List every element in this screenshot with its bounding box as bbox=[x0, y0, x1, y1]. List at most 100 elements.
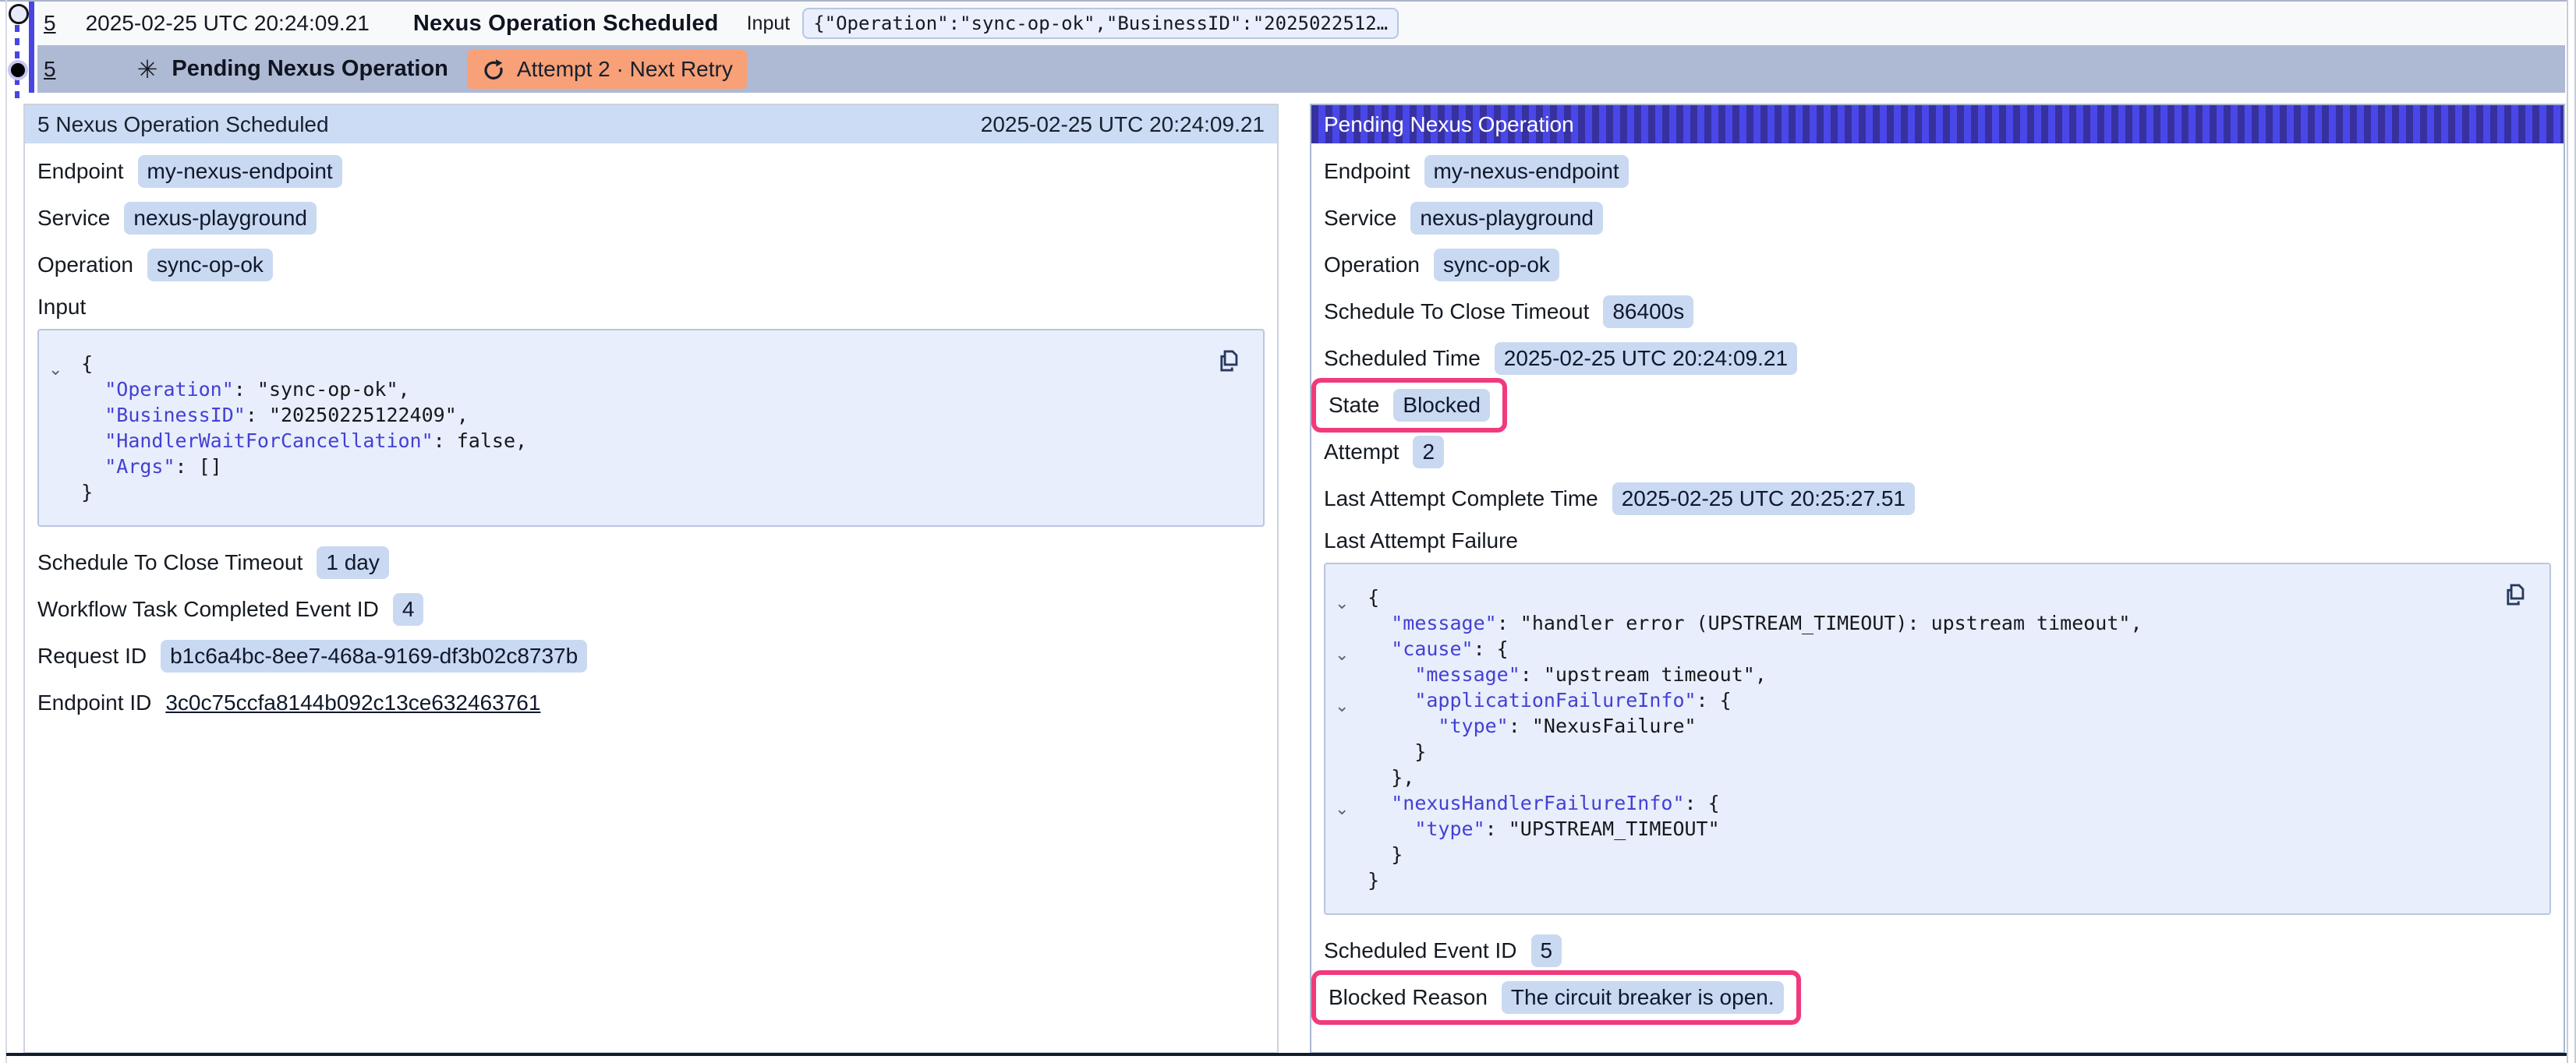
json-line: ⌄ "cause": { bbox=[1325, 636, 2549, 662]
field-row: Endpoint my-nexus-endpoint bbox=[37, 154, 1265, 189]
json-key: "type" bbox=[1414, 818, 1484, 840]
pending-fields-top: Endpoint my-nexus-endpoint Servicenexus-pl… bbox=[1324, 154, 2551, 516]
field-row: Endpoint my-nexus-endpoint bbox=[1324, 154, 2551, 189]
input-label: Input bbox=[747, 12, 791, 35]
field-value-pill: 2 bbox=[1413, 436, 1444, 468]
page-left-border bbox=[5, 0, 7, 1063]
json-line: "BusinessID": "20250225122409", bbox=[39, 402, 1263, 428]
json-line: } bbox=[1325, 867, 2549, 893]
json-key: "message" bbox=[1414, 663, 1520, 686]
field-label: Endpoint ID bbox=[37, 690, 151, 715]
field-row: Endpoint ID 3c0c75ccfa8144b092c13ce632463… bbox=[37, 686, 1265, 720]
pending-operation-panel: Pending Nexus Operation Endpoint my-nexus… bbox=[1310, 104, 2565, 1054]
search-highlight-box: State Blocked bbox=[1311, 378, 1507, 433]
json-key: "Args" bbox=[104, 455, 175, 478]
field-row: Schedule To Close Timeout86400s bbox=[1324, 295, 2551, 329]
event-timestamp: 2025-02-25 UTC 20:24:09.21 bbox=[86, 11, 370, 36]
field-value-pill: 1 day bbox=[317, 546, 389, 579]
json-line: } bbox=[1325, 842, 2549, 867]
field-label: Schedule To Close Timeout bbox=[37, 550, 303, 575]
field-label: Endpoint bbox=[1324, 159, 1410, 184]
json-line: ⌄ "applicationFailureInfo": { bbox=[1325, 687, 2549, 713]
json-line: } bbox=[39, 479, 1263, 505]
field-label: Last Attempt Complete Time bbox=[1324, 486, 1598, 511]
input-section-label: Input bbox=[37, 295, 1265, 320]
field-label: Scheduled Time bbox=[1324, 346, 1481, 371]
field-label: Endpoint bbox=[37, 159, 124, 184]
field-label: Service bbox=[1324, 206, 1396, 231]
failure-json-block: ⌄ { "message": "handler error (UPSTREAM_… bbox=[1324, 563, 2551, 915]
json-key: "cause" bbox=[1391, 637, 1473, 660]
json-key: "type" bbox=[1438, 715, 1508, 737]
retry-badge-label: Attempt 2 · Next Retry bbox=[517, 57, 733, 82]
json-line: }, bbox=[1325, 765, 2549, 790]
field-label: Schedule To Close Timeout bbox=[1324, 299, 1589, 324]
field-row: Operation sync-op-ok bbox=[1324, 248, 2551, 282]
field-value-pill: sync-op-ok bbox=[1434, 249, 1559, 281]
field-row: Last Attempt Complete Time 2025-02-25 UTC… bbox=[1324, 482, 2551, 516]
json-line: ⌄ { bbox=[1325, 584, 2549, 610]
json-key: "nexusHandlerFailureInfo" bbox=[1391, 792, 1684, 814]
json-key: "Operation" bbox=[104, 378, 234, 401]
failure-section-label: Last Attempt Failure bbox=[1324, 528, 2551, 553]
json-line: "type": "NexusFailure" bbox=[1325, 713, 2549, 739]
field-row: Request IDb1c6a4bc-8ee7-468a-9169-df3b02… bbox=[37, 639, 1265, 673]
json-line: "type": "UPSTREAM_TIMEOUT" bbox=[1325, 816, 2549, 842]
field-label: Request ID bbox=[37, 644, 147, 669]
event-title: Nexus Operation Scheduled bbox=[413, 11, 719, 37]
field-value-pill: Blocked bbox=[1393, 389, 1490, 422]
field-label: Operation bbox=[1324, 253, 1420, 277]
json-line: "message": "handler error (UPSTREAM_TIME… bbox=[1325, 610, 2549, 636]
event-id-link[interactable]: 5 bbox=[44, 57, 56, 82]
field-value-pill: The circuit breaker is open. bbox=[1502, 981, 1784, 1014]
field-value-pill: 2025-02-25 UTC 20:25:27.51 bbox=[1612, 482, 1915, 515]
section-bottom-border bbox=[6, 1053, 2567, 1056]
input-preview-pill[interactable]: {"Operation":"sync-op-ok","BusinessID":"… bbox=[802, 8, 1399, 39]
field-value-pill: my-nexus-endpoint bbox=[1424, 155, 1629, 188]
field-row: Attempt 2 bbox=[1324, 435, 2551, 469]
field-label: Workflow Task Completed Event ID bbox=[37, 597, 379, 622]
json-line: "Operation": "sync-op-ok", bbox=[39, 376, 1263, 402]
retry-attempt-badge: Attempt 2 · Next Retry bbox=[467, 50, 747, 89]
field-value-link[interactable]: 3c0c75ccfa8144b092c13ce632463761 bbox=[165, 690, 540, 715]
input-json-block: ⌄ { "Operation": "sync-op-ok", "Business… bbox=[37, 329, 1265, 527]
field-label: Attempt bbox=[1324, 440, 1399, 464]
field-row: Scheduled Time2025-02-25 UTC 20:24:09.21 bbox=[1324, 341, 2551, 376]
retry-icon bbox=[481, 57, 506, 82]
scheduled-panel-title: 5 Nexus Operation Scheduled bbox=[37, 112, 329, 137]
field-row: Service nexus-playground bbox=[37, 201, 1265, 235]
field-value-pill: 5 bbox=[1531, 934, 1562, 967]
json-key: "message" bbox=[1391, 612, 1496, 634]
json-line: } bbox=[1325, 739, 2549, 765]
field-label: State bbox=[1329, 393, 1379, 418]
field-row: Schedule To Close Timeout 1 day bbox=[37, 546, 1265, 580]
event-row-scheduled[interactable]: 5 2025-02-25 UTC 20:24:09.21 Nexus Opera… bbox=[37, 2, 2565, 45]
json-key: "BusinessID" bbox=[104, 404, 246, 426]
json-line: "HandlerWaitForCancellation": false, bbox=[39, 428, 1263, 454]
event-id-link[interactable]: 5 bbox=[44, 11, 56, 36]
json-line: "message": "upstream timeout", bbox=[1325, 662, 2549, 687]
pending-title: Pending Nexus Operation bbox=[172, 56, 448, 82]
field-row: Scheduled Event ID5 bbox=[1324, 934, 2551, 968]
field-value-pill: my-nexus-endpoint bbox=[138, 155, 342, 188]
field-row: Blocked Reason The circuit breaker is ope… bbox=[1324, 980, 2551, 1015]
scheduled-fields-top: Endpoint my-nexus-endpoint Service nexus-pl… bbox=[37, 154, 1265, 282]
field-value-pill: nexus-playground bbox=[124, 202, 317, 235]
scheduled-panel-timestamp: 2025-02-25 UTC 20:24:09.21 bbox=[981, 112, 1265, 137]
timeline-open-circle-icon bbox=[9, 4, 29, 24]
json-line: ⌄ "nexusHandlerFailureInfo": { bbox=[1325, 790, 2549, 816]
event-row-pending[interactable]: 5 ✳ Pending Nexus Operation Attempt 2 · … bbox=[37, 45, 2565, 93]
field-label: Blocked Reason bbox=[1329, 985, 1488, 1010]
field-row: Servicenexus-playground bbox=[1324, 201, 2551, 235]
pending-panel-header: Pending Nexus Operation bbox=[1311, 105, 2564, 143]
json-line: ⌄ { bbox=[39, 351, 1263, 376]
scheduled-fields-bottom: Schedule To Close Timeout 1 day Workflow T… bbox=[37, 546, 1265, 720]
search-highlight-box: Blocked Reason The circuit breaker is ope… bbox=[1311, 970, 1801, 1025]
scrollbar-track[interactable] bbox=[2567, 0, 2576, 1063]
pending-panel-title: Pending Nexus Operation bbox=[1324, 112, 1574, 137]
scheduled-panel-header: 5 Nexus Operation Scheduled 2025-02-25 U… bbox=[25, 105, 1277, 143]
field-row: Workflow Task Completed Event ID4 bbox=[37, 592, 1265, 627]
timeline-active-bar bbox=[29, 2, 34, 93]
field-label: Service bbox=[37, 206, 110, 231]
field-row: Operationsync-op-ok bbox=[37, 248, 1265, 282]
